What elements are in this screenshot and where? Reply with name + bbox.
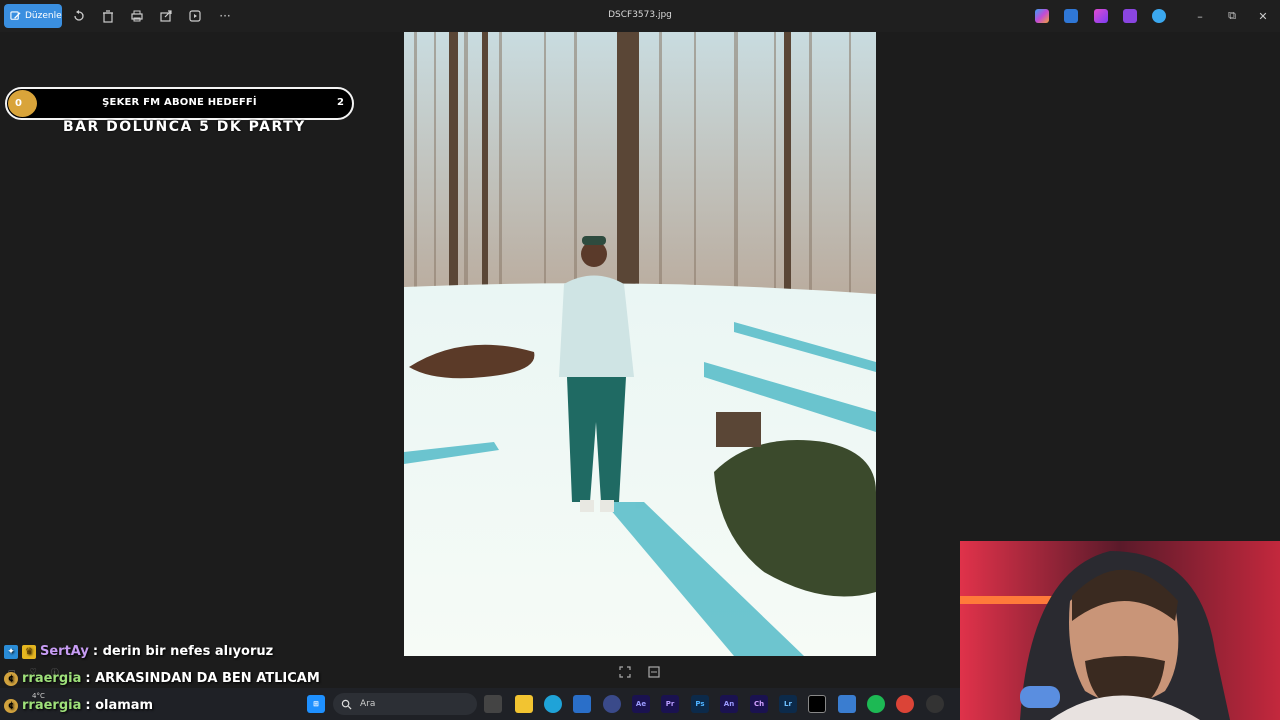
designer-icon[interactable] (1064, 9, 1078, 23)
search-placeholder: Ara (360, 699, 376, 709)
chrome-icon[interactable] (896, 695, 914, 713)
app-icon[interactable] (838, 695, 856, 713)
chat-username: SertAy (40, 644, 89, 659)
more-icon: ··· (219, 9, 231, 23)
chat-text: : derin bir nefes alıyoruz (92, 644, 274, 659)
chat-message: ¢ rraergia : olamam (4, 698, 153, 713)
photo-viewer-image (404, 32, 876, 656)
delete-button[interactable] (100, 8, 116, 24)
rotate-button[interactable] (71, 8, 87, 24)
close-button[interactable]: ✕ (1256, 9, 1270, 23)
more-button[interactable]: ··· (217, 8, 233, 24)
after-effects-icon[interactable]: Ae (632, 695, 650, 713)
rotate-icon (74, 10, 84, 21)
lightroom-icon[interactable]: Lr (779, 695, 797, 713)
edit-icon (10, 10, 21, 20)
file-explorer-icon[interactable] (515, 695, 533, 713)
share-icon (160, 10, 172, 22)
print-icon (131, 10, 143, 22)
windows-icon: ⊞ (313, 700, 319, 708)
chat-text: : olamam (85, 698, 154, 713)
animate-icon[interactable]: An (720, 695, 738, 713)
restore-icon: ⧉ (1228, 9, 1236, 22)
coin-badge-icon: ¢ (4, 698, 18, 713)
chat-username: rraergia (22, 698, 82, 713)
title-toolbar: Düzenle ··· DSCF3573.jpg – ⧉ ✕ (0, 0, 1280, 32)
video-editor-icon[interactable] (1123, 9, 1137, 23)
slideshow-icon (189, 10, 201, 22)
edge-icon[interactable] (544, 695, 562, 713)
goal-subtitle: BAR DOLUNCA 5 DK PARTY (63, 119, 306, 135)
chat-message: ✦ ♛ SertAy : derin bir nefes alıyoruz (4, 644, 273, 659)
edit-button-label: Düzenle (25, 11, 62, 21)
photoshop-icon[interactable]: Ps (691, 695, 709, 713)
actual-size-button[interactable] (646, 664, 662, 680)
task-view-icon[interactable] (484, 695, 502, 713)
store-icon[interactable] (573, 695, 591, 713)
chat-badge-icon: ✦ (4, 644, 18, 659)
spotify-icon[interactable] (867, 695, 885, 713)
crown-badge-icon: ♛ (22, 644, 36, 659)
minimize-icon: – (1197, 9, 1203, 23)
search-icon (341, 699, 352, 710)
goal-title: ŞEKER FM ABONE HEDEFFİ (102, 97, 257, 108)
photos-app-window: Düzenle ··· DSCF3573.jpg – ⧉ ✕ 0 ŞEKER F… (0, 0, 1280, 720)
streamer-webcam (960, 541, 1280, 720)
character-animator-icon[interactable]: Ch (750, 695, 768, 713)
subscriber-goal-bar: 0 ŞEKER FM ABONE HEDEFFİ 2 (5, 87, 354, 120)
onedrive-icon[interactable] (1152, 9, 1166, 23)
fit-to-screen-button[interactable] (617, 664, 633, 680)
app-icon[interactable] (603, 695, 621, 713)
edit-button[interactable]: Düzenle (4, 4, 62, 28)
slideshow-button[interactable] (187, 8, 203, 24)
clipchamp-icon[interactable] (1094, 9, 1108, 23)
close-icon: ✕ (1258, 9, 1268, 23)
trash-icon (103, 10, 113, 23)
chat-username: rraergia (22, 671, 82, 686)
app-icon[interactable] (808, 695, 826, 713)
obs-icon[interactable] (926, 695, 944, 713)
minimize-button[interactable]: – (1193, 9, 1207, 23)
chat-text: : ARKASINDAN DA BEN ATLICAM (85, 671, 320, 686)
premiere-icon[interactable]: Pr (661, 695, 679, 713)
taskbar-search[interactable]: Ara (333, 693, 477, 715)
start-button[interactable]: ⊞ (307, 695, 325, 713)
share-button[interactable] (158, 8, 174, 24)
fit-screen-icon (619, 666, 631, 678)
chat-message: ¢ rraergia : ARKASINDAN DA BEN ATLICAM (4, 671, 320, 686)
maximize-button[interactable]: ⧉ (1225, 9, 1239, 23)
goal-target-count: 2 (337, 97, 344, 108)
copilot-icon[interactable] (1035, 9, 1049, 23)
print-button[interactable] (129, 8, 145, 24)
actual-size-icon (648, 666, 660, 678)
coin-badge-icon: ¢ (4, 671, 18, 686)
